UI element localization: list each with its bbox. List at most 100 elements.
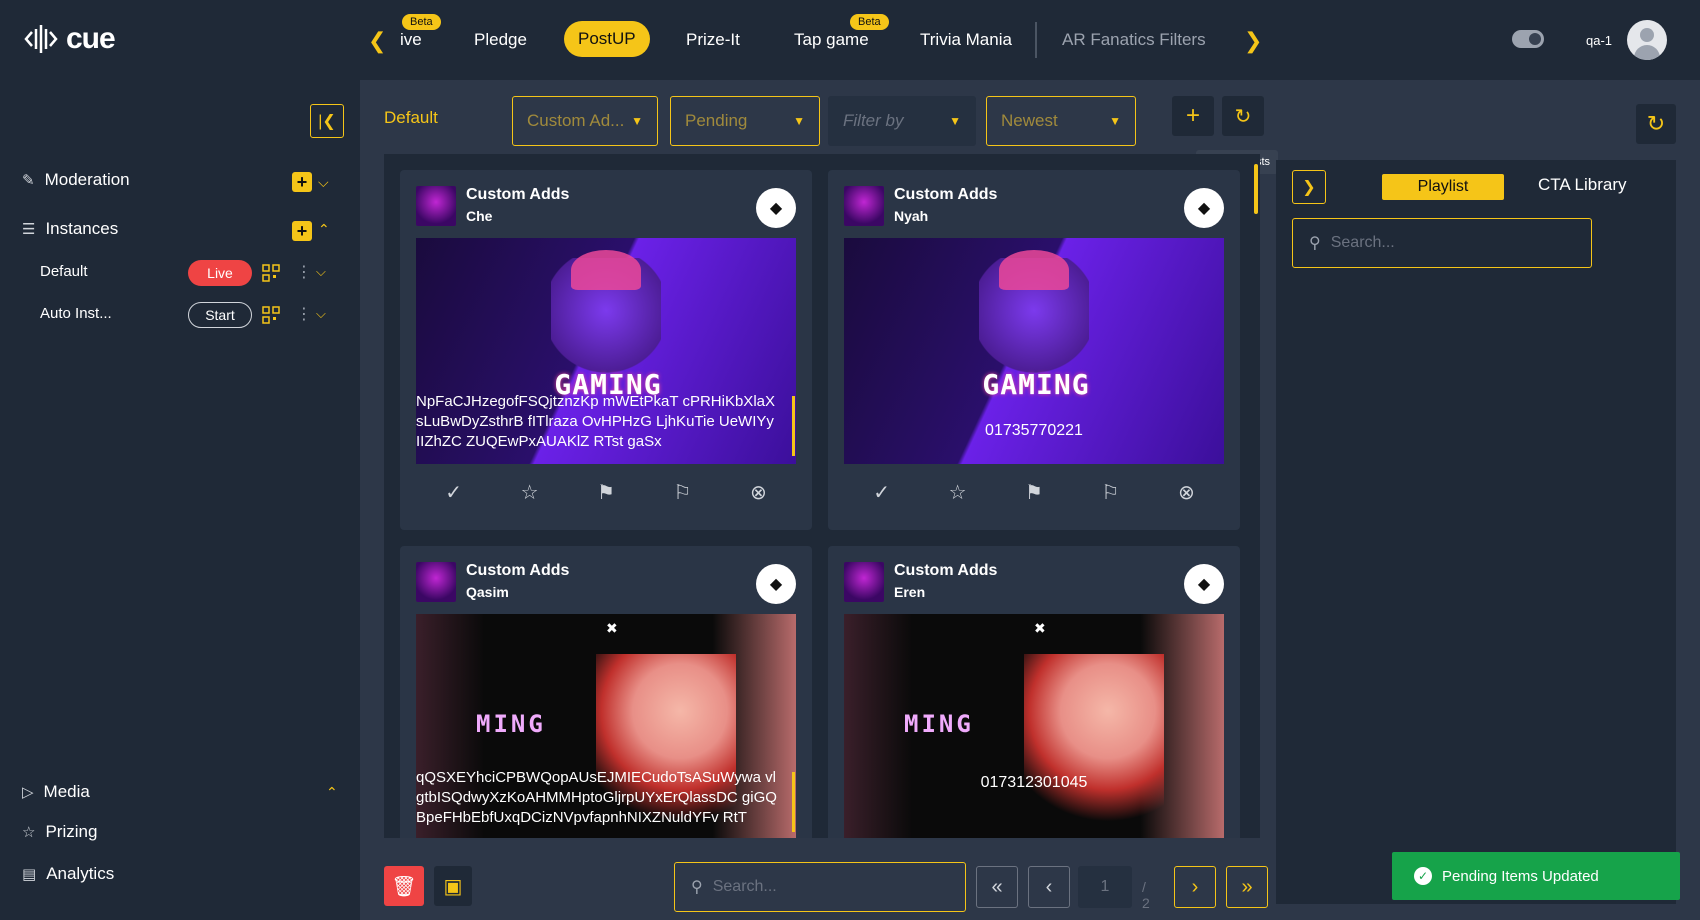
instance-name[interactable]: Default [40,263,88,280]
post-card[interactable]: Custom Adds Eren ◆ ✖ MING 017312301045 [828,546,1240,838]
status-select-value: Pending [685,111,748,130]
delete-button[interactable]: 🗑 [384,866,424,906]
status-badge-live[interactable]: Live [188,260,252,286]
add-post-button[interactable]: + [1172,96,1214,136]
panel-search-input[interactable]: ⚲ Search... [1292,218,1592,268]
type-select-value: Custom Ad... [527,111,625,130]
post-card[interactable]: Custom Adds Nyah ◆ GAMING 01735770221 ✓ … [828,170,1240,530]
avatar[interactable] [1627,20,1667,60]
card-user: Eren [894,584,926,600]
status-select[interactable]: Pending ▼ [670,96,820,146]
post-card[interactable]: Custom Adds Che ◆ GAMING NpFaCJHzegofFSQ… [400,170,812,530]
tab-postup[interactable]: PostUP [564,21,650,57]
cue-brand-icon[interactable]: ◆ [1184,564,1224,604]
page-number-input[interactable]: 1 [1078,866,1132,908]
post-feed: Custom Adds Che ◆ GAMING NpFaCJHzegofFSQ… [384,154,1260,838]
toast-notification[interactable]: ✓ Pending Items Updated [1392,852,1680,900]
select-all-button[interactable]: ▣ [434,866,472,906]
star-icon[interactable]: ☆ [521,480,539,505]
layers-icon: ☰ [22,221,36,238]
approve-icon[interactable]: ✓ [445,480,462,505]
toast-message: Pending Items Updated [1442,867,1599,885]
cue-brand-icon[interactable]: ◆ [756,564,796,604]
card-header: Custom Adds Eren [844,562,997,602]
qr-code-icon[interactable] [262,264,280,282]
tab-cta-library[interactable]: CTA Library [1538,175,1627,195]
tab-tap-game[interactable]: Tap game [794,30,869,50]
panel-refresh-icon[interactable]: ↻ [1636,104,1676,144]
text-scrollbar[interactable] [792,396,795,456]
nav-prev-icon[interactable]: ❮ [368,28,386,54]
reject-icon[interactable]: ⊗ [750,480,767,505]
feed-search-input[interactable]: ⚲ Search... [674,862,966,912]
cue-logo[interactable]: cue [24,22,116,56]
sidebar-item-moderation[interactable]: ✎ Moderation [22,170,130,190]
sidebar: |❮ ✎ Moderation + ⌵ ☰ Instances + ⌃ Defa… [0,80,360,920]
refresh-icon[interactable]: ↻ [1222,96,1264,136]
first-page-button[interactable]: « [976,866,1018,908]
sidebar-item-label: Analytics [46,864,115,883]
tab-trivia-mania[interactable]: Trivia Mania [920,30,1012,50]
chevron-up-icon[interactable]: ⌃ [326,784,338,801]
sidebar-item-media[interactable]: ▷ Media [22,782,90,802]
nav-next-icon[interactable]: ❯ [1244,28,1262,54]
user-name: qa-1 [1586,33,1613,48]
caret-down-icon: ▼ [793,114,805,128]
post-phone: 017312301045 [980,774,1088,791]
post-card[interactable]: Custom Adds Qasim ◆ ✖ MING qQSXEYhciCPBW… [400,546,812,838]
sort-select[interactable]: Newest ▼ [986,96,1136,146]
add-moderation-button[interactable]: + [292,172,312,192]
card-title: Custom Adds [894,562,998,579]
reject-icon[interactable]: ⊗ [1178,480,1195,505]
card-title: Custom Adds [894,186,998,203]
cue-brand-icon[interactable]: ◆ [756,188,796,228]
prev-page-button[interactable]: ‹ [1028,866,1070,908]
post-text: NpFaCJHzegofFSQjtznzKp mWEtPkaT cPRHiKbX… [416,393,775,450]
tab-ar-fanatics-filters[interactable]: AR Fanatics Filters [1062,30,1206,50]
collapse-sidebar-button[interactable]: |❮ [310,104,344,138]
sidebar-item-analytics[interactable]: ▤ Analytics [22,864,114,884]
bookmark-icon[interactable]: ⚑ [597,480,615,505]
post-phone: 01735770221 [985,422,1083,439]
star-icon[interactable]: ☆ [949,480,967,505]
cue-brand-icon[interactable]: ◆ [1184,188,1224,228]
sidebar-item-instances[interactable]: ☰ Instances [22,219,118,239]
chevron-down-icon[interactable]: ⌵ [316,306,326,322]
sidebar-item-label: Instances [45,219,119,238]
card-user: Che [466,208,493,224]
card-header: Custom Adds Nyah [844,186,997,226]
chevron-down-icon[interactable]: ⌵ [316,264,326,280]
last-page-button[interactable]: » [1226,866,1268,908]
bookmark-icon[interactable]: ⚑ [1025,480,1043,505]
kebab-menu-icon[interactable]: ⋮ [296,304,312,324]
qr-code-icon[interactable] [262,306,280,324]
sidebar-item-prizing[interactable]: ☆ Prizing [22,822,97,842]
flag-icon[interactable]: ⚐ [1102,480,1120,505]
card-title: Custom Adds [466,186,570,203]
type-select[interactable]: Custom Ad... ▼ [512,96,658,146]
chevron-down-icon[interactable]: ⌵ [318,174,329,191]
card-user: Nyah [894,208,929,224]
filter-by-select[interactable]: Filter by ▼ [828,96,976,146]
add-instance-button[interactable]: + [292,221,312,241]
tab-live[interactable]: ive [400,30,422,50]
kebab-menu-icon[interactable]: ⋮ [296,262,312,282]
instance-name[interactable]: Auto Inst... [40,305,112,322]
close-icon: ✖ [1034,620,1046,636]
post-thumbnail [844,562,884,602]
tab-prize-it[interactable]: Prize-It [686,30,740,50]
status-badge-start[interactable]: Start [188,302,252,328]
next-page-button[interactable]: › [1174,866,1216,908]
approve-icon[interactable]: ✓ [873,480,890,505]
text-scrollbar[interactable] [792,772,795,832]
nav-divider [1035,22,1037,58]
flag-icon[interactable]: ⚐ [674,480,692,505]
moderation-icon: ✎ [22,172,35,189]
expand-panel-button[interactable]: ❯ [1292,170,1326,204]
theme-toggle[interactable] [1512,30,1544,48]
beta-badge: Beta [402,14,441,30]
tab-pledge[interactable]: Pledge [474,30,527,50]
chevron-up-icon[interactable]: ⌃ [318,221,330,238]
feed-scrollbar[interactable] [1254,164,1258,214]
tab-playlist[interactable]: Playlist [1382,174,1504,200]
